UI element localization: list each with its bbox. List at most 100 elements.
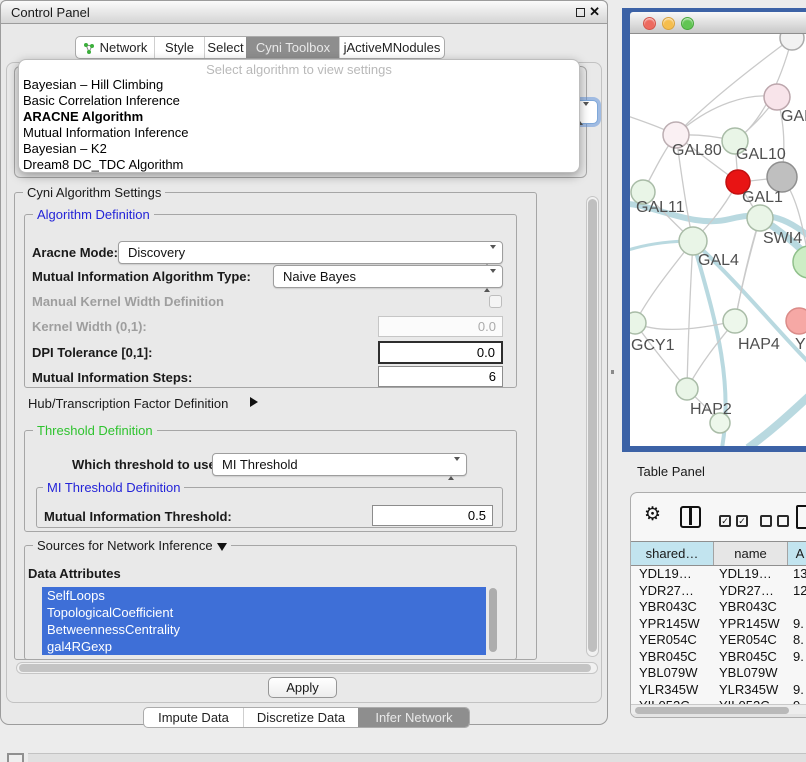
network-window-titlebar[interactable] — [630, 12, 806, 34]
attribute-item-gal4rgexp[interactable]: gal4RGexp — [42, 638, 486, 655]
node-label-gal10: GAL10 — [736, 146, 786, 163]
settings-horizontal-scrollbar[interactable] — [16, 662, 598, 674]
columns-icon[interactable] — [680, 506, 701, 528]
aracne-mode-select[interactable]: Discovery — [118, 241, 503, 264]
network-edge[interactable] — [687, 241, 693, 389]
close-traffic-icon[interactable] — [643, 17, 656, 30]
table-cell: YER054C — [631, 632, 714, 649]
network-node-y[interactable] — [786, 308, 806, 334]
minimize-traffic-icon[interactable] — [662, 17, 675, 30]
network-node-swi4[interactable] — [747, 205, 773, 231]
attribute-item-betweennesscentrality[interactable]: BetweennessCentrality — [42, 621, 486, 638]
mi-threshold-field[interactable]: 0.5 — [372, 505, 493, 526]
table-cell: YBR045C — [631, 649, 714, 666]
network-node-hap4[interactable] — [723, 309, 747, 333]
unchecked-checkbox-icon[interactable] — [760, 515, 772, 527]
table-cell: YDL19… — [631, 566, 714, 583]
splitter-grip-icon[interactable] — [611, 370, 614, 374]
network-view-window[interactable]: GALGAL80GAL10GAL1GAL11SWI4GAL4GCY1HAP4YH… — [622, 8, 806, 452]
column-header-name[interactable]: name — [714, 542, 788, 565]
checked-checkbox-icon[interactable]: ✓ — [719, 515, 731, 527]
network-edge[interactable] — [635, 321, 735, 329]
network-node-gal[interactable] — [764, 84, 790, 110]
network-edge[interactable] — [635, 241, 693, 323]
network-node[interactable] — [793, 246, 806, 278]
tab-cyni-toolbox[interactable]: Cyni Toolbox — [246, 37, 339, 58]
attributes-scrollbar[interactable] — [489, 588, 497, 652]
bottom-left-panel-icon[interactable] — [7, 753, 24, 762]
document-icon[interactable] — [796, 505, 806, 529]
table-cell: YBR043C — [714, 599, 788, 616]
manual-kernel-width-checkbox[interactable] — [489, 295, 502, 308]
collapse-arrow-icon[interactable] — [217, 543, 227, 551]
network-edge[interactable] — [635, 323, 687, 389]
mi-steps-field[interactable]: 6 — [378, 366, 503, 387]
attribute-item-selfloops[interactable]: SelfLoops — [42, 587, 486, 604]
table-cell: 12 — [788, 583, 806, 600]
table-cell: 8. — [788, 632, 806, 649]
cyni-bottom-tabbar: Impute DataDiscretize DataInfer Network — [143, 707, 470, 728]
table-row[interactable]: YDL19…YDL19…13 — [631, 566, 806, 583]
dropdown-item-mutual-information-inference[interactable]: Mutual Information Inference — [19, 125, 579, 141]
network-canvas[interactable]: GALGAL80GAL10GAL1GAL11SWI4GAL4GCY1HAP4YH… — [630, 34, 806, 446]
mi-threshold-group-title: MI Threshold Definition — [43, 480, 184, 495]
network-node-hap2[interactable] — [676, 378, 698, 400]
manual-kernel-width-label: Manual Kernel Width Definition — [32, 294, 224, 309]
dropdown-item-bayesian-k2[interactable]: Bayesian – K2 — [19, 141, 579, 157]
tab-select[interactable]: Select — [204, 37, 246, 58]
column-header-a[interactable]: A — [788, 542, 806, 565]
control-panel-titlebar[interactable]: Control Panel ✕ — [0, 0, 608, 24]
zoom-traffic-icon[interactable] — [681, 17, 694, 30]
dropdown-item-aracne-algorithm[interactable]: ARACNE Algorithm — [19, 109, 579, 125]
table-cell: YBR045C — [714, 649, 788, 666]
table-cell: YBL079W — [631, 665, 714, 682]
dropdown-item-basic-correlation-inference[interactable]: Basic Correlation Inference — [19, 93, 579, 109]
mi-algorithm-type-value: Naive Bayes — [283, 269, 356, 284]
table-row[interactable]: YPR145WYPR145W9. — [631, 616, 806, 633]
tab-style[interactable]: Style — [154, 37, 204, 58]
table-panel-footer — [631, 714, 806, 718]
kernel-width-field[interactable]: 0.0 — [378, 316, 503, 337]
table-row[interactable]: YER054CYER054C8. — [631, 632, 806, 649]
unchecked-checkbox-icon[interactable] — [777, 515, 789, 527]
tab-discretize-data[interactable]: Discretize Data — [243, 708, 358, 727]
which-threshold-select[interactable]: MI Threshold — [212, 453, 467, 476]
screen: Control Panel ✕ Network Style SelectCyni T… — [0, 0, 806, 762]
mi-algorithm-type-select[interactable]: Naive Bayes — [273, 265, 503, 288]
close-icon[interactable]: ✕ — [589, 4, 600, 20]
gear-icon[interactable]: ⚙ — [644, 503, 661, 527]
table-row[interactable]: YLR345WYLR345W9. — [631, 682, 806, 699]
table-cell: YER054C — [714, 632, 788, 649]
network-edge[interactable] — [748, 388, 806, 446]
dropdown-item-dream8-dc-tdc-algorithm[interactable]: Dream8 DC_TDC Algorithm — [19, 157, 579, 173]
tab-network[interactable]: Network — [76, 37, 154, 58]
table-row[interactable]: YBR043CYBR043C — [631, 599, 806, 616]
tab-impute-data[interactable]: Impute Data — [144, 708, 243, 727]
table-cell: YPR145W — [631, 616, 714, 633]
dpi-tolerance-field[interactable]: 0.0 — [378, 341, 503, 364]
tab-jactivemnodules[interactable]: jActiveMNodules — [339, 37, 444, 58]
table-horizontal-scrollbar[interactable] — [631, 704, 806, 714]
network-node-gcy1[interactable] — [630, 312, 646, 334]
table-cell: YDR27… — [714, 583, 788, 600]
apply-button[interactable]: Apply — [268, 677, 337, 698]
table-row[interactable]: YBR045CYBR045C9. — [631, 649, 806, 666]
network-node[interactable] — [780, 34, 804, 50]
expand-arrow-icon[interactable] — [250, 397, 258, 407]
node-label-gal80: GAL80 — [672, 142, 722, 159]
node-label-hap4: HAP4 — [738, 336, 780, 353]
node-label-gal: GAL — [781, 108, 806, 125]
float-icon[interactable] — [576, 8, 585, 17]
dropdown-item-bayesian-hill-climbing[interactable]: Bayesian – Hill Climbing — [19, 77, 579, 93]
network-node[interactable] — [767, 162, 797, 192]
settings-vertical-scrollbar[interactable] — [586, 196, 599, 657]
table-cell: YDR27… — [631, 583, 714, 600]
attribute-item-topologicalcoefficient[interactable]: TopologicalCoefficient — [42, 604, 486, 621]
tab-label: Style — [165, 40, 194, 55]
checked-checkbox-icon[interactable]: ✓ — [736, 515, 748, 527]
table-row[interactable]: YBL079WYBL079W — [631, 665, 806, 682]
network-node-gal4[interactable] — [679, 227, 707, 255]
tab-infer-network[interactable]: Infer Network — [358, 708, 469, 727]
column-header-shared[interactable]: shared… — [631, 542, 714, 565]
table-row[interactable]: YDR27…YDR27…12 — [631, 583, 806, 600]
